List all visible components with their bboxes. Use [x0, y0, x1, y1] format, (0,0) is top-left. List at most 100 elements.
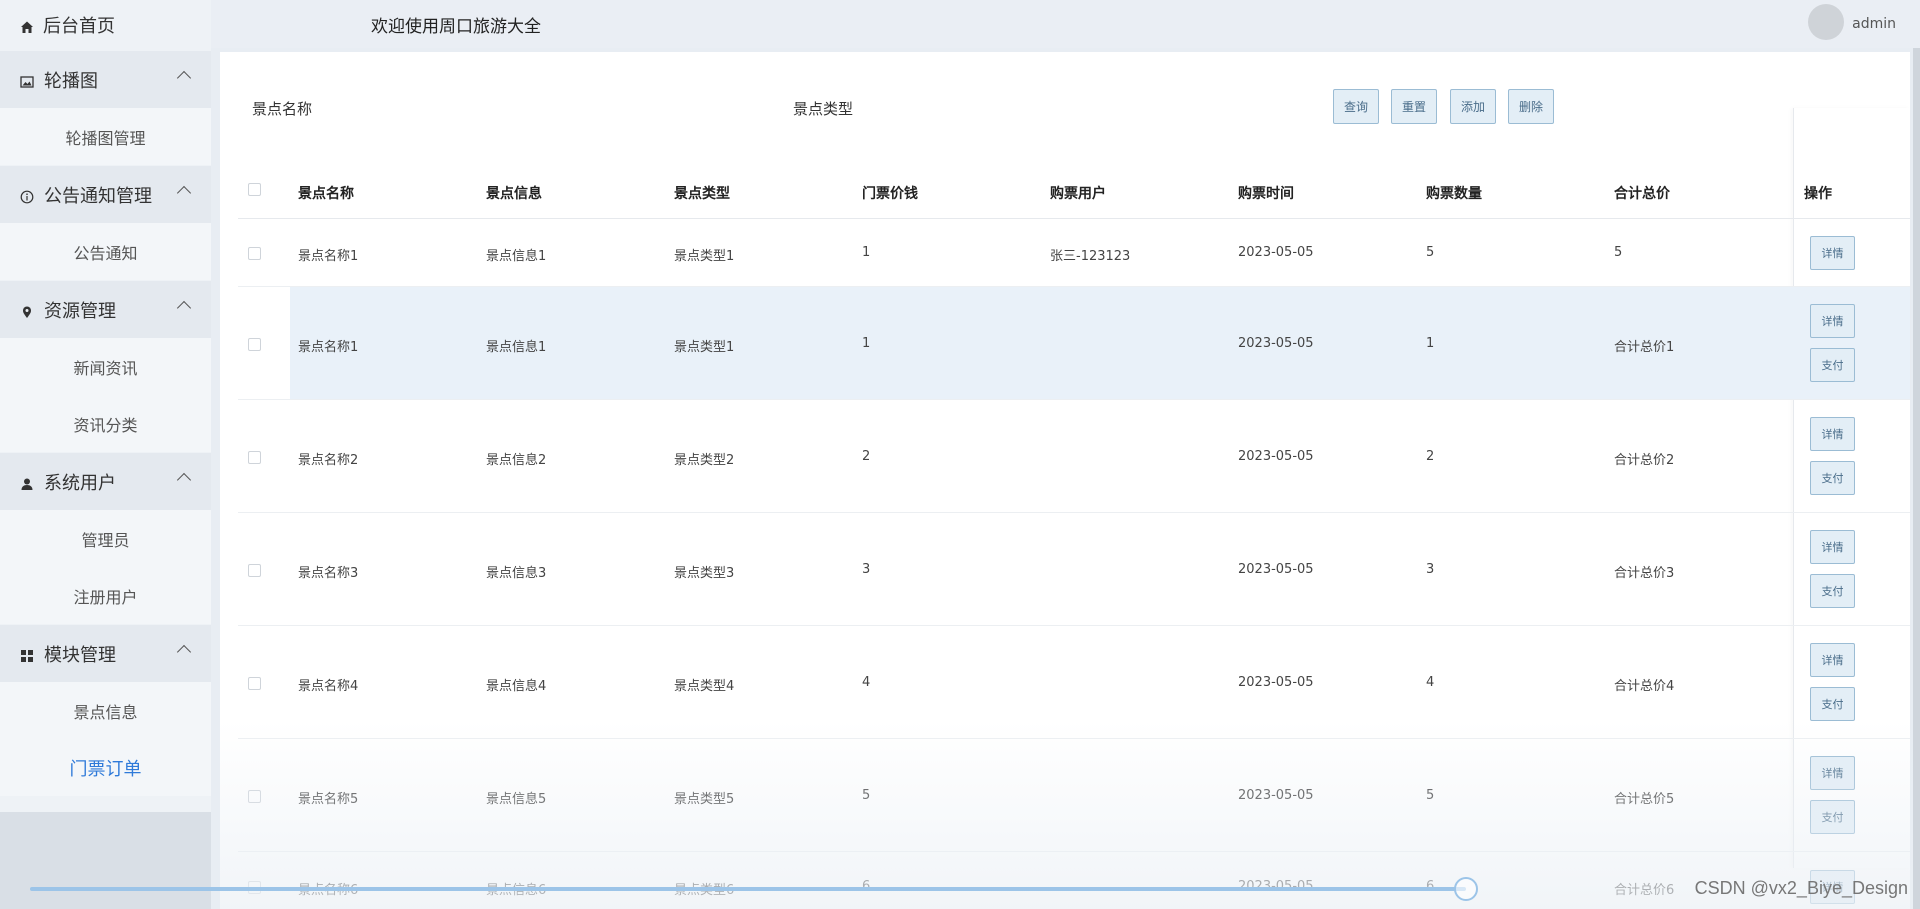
column-header: 合计总价 — [1614, 186, 1670, 202]
detail-button[interactable]: 详情 — [1810, 304, 1855, 338]
user-icon — [20, 475, 34, 490]
table-cell-total: 合计总价6 — [1614, 883, 1675, 898]
table-header: 景点名称 景点信息 景点类型 门票价钱 购票用户 购票时间 购票数量 合计总价 … — [238, 162, 1910, 219]
row-checkbox[interactable] — [248, 338, 261, 351]
row-checkbox[interactable] — [248, 564, 261, 577]
add-button[interactable]: 添加 — [1450, 89, 1496, 124]
table-cell-qty: 5 — [1426, 788, 1435, 803]
table-cell-info: 景点信息3 — [486, 566, 547, 581]
pay-button[interactable]: 支付 — [1810, 574, 1855, 608]
sidebar-item-ticket-orders[interactable]: 门票订单 — [0, 739, 211, 796]
table-row[interactable]: 景点名称3 景点信息3 景点类型3 3 2023-05-05 3 合计总价3 详情 支付 — [238, 513, 1910, 626]
table-row[interactable]: 景点名称1 景点信息1 景点类型1 1 2023-05-05 1 合计总价1 详情 支付 — [238, 287, 1910, 400]
reset-button[interactable]: 重置 — [1391, 89, 1437, 124]
avatar[interactable] — [1808, 4, 1844, 40]
sidebar-group-resource[interactable]: 资源管理 — [0, 280, 211, 338]
pay-button[interactable]: 支付 — [1810, 800, 1855, 834]
table-cell-price: 3 — [862, 562, 871, 577]
chevron-up-icon — [176, 644, 192, 660]
table-cell-price: 2 — [862, 449, 871, 464]
sidebar-item-news[interactable]: 新闻资讯 — [0, 338, 211, 395]
table-row[interactable]: 景点名称2 景点信息2 景点类型2 2 2023-05-05 2 合计总价2 详情 支付 — [238, 400, 1910, 513]
pay-button[interactable]: 支付 — [1810, 461, 1855, 495]
image-icon — [20, 73, 34, 88]
page-title: 欢迎使用周口旅游大全 — [371, 17, 541, 37]
user-name[interactable]: admin — [1852, 16, 1896, 32]
table-cell-info: 景点信息1 — [486, 249, 547, 264]
table-cell-name: 景点名称5 — [298, 792, 359, 807]
table-cell-time: 2023-05-05 — [1238, 449, 1314, 464]
sidebar-group-modules[interactable]: 模块管理 — [0, 624, 211, 682]
vertical-scrollbar[interactable] — [1913, 48, 1920, 909]
main-content: 景点名称 景点类型 查询 重置 添加 删除 景点名称 景点信息 景点类型 门票价… — [220, 52, 1910, 909]
video-progress-knob[interactable] — [1454, 877, 1478, 901]
table-cell-info: 景点信息1 — [486, 340, 547, 355]
sidebar-home[interactable]: 后台首页 — [0, 0, 211, 50]
detail-button[interactable]: 详情 — [1810, 236, 1855, 270]
detail-button[interactable]: 详情 — [1810, 530, 1855, 564]
top-header: 欢迎使用周口旅游大全 admin — [211, 0, 1920, 48]
sidebar-item-registered-users[interactable]: 注册用户 — [0, 567, 211, 624]
detail-button[interactable]: 详情 — [1810, 417, 1855, 451]
sidebar-item-carousel-manage[interactable]: 轮播图管理 — [0, 108, 211, 165]
sidebar-footer — [0, 812, 211, 909]
detail-button[interactable]: 详情 — [1810, 756, 1855, 790]
table-cell-user: 张三-123123 — [1050, 249, 1131, 264]
pay-button[interactable]: 支付 — [1810, 348, 1855, 382]
table-cell-qty: 4 — [1426, 675, 1435, 690]
pay-button[interactable]: 支付 — [1810, 687, 1855, 721]
home-icon — [20, 18, 34, 33]
table-cell-name: 景点名称3 — [298, 566, 359, 581]
sidebar-group-label: 系统用户 — [44, 472, 116, 494]
detail-button[interactable]: 详情 — [1810, 643, 1855, 677]
delete-button[interactable]: 删除 — [1508, 89, 1554, 124]
table-cell-type: 景点类型3 — [674, 566, 735, 581]
table-cell-price: 4 — [862, 675, 871, 690]
table-cell-qty: 3 — [1426, 562, 1435, 577]
column-header: 景点类型 — [674, 186, 730, 202]
sidebar-group-label: 模块管理 — [44, 644, 116, 666]
table-cell-total: 5 — [1614, 245, 1623, 260]
location-icon — [20, 303, 34, 318]
table-cell-total: 合计总价3 — [1614, 566, 1675, 581]
column-header: 门票价钱 — [862, 186, 918, 202]
table-row[interactable]: 景点名称5 景点信息5 景点类型5 5 2023-05-05 5 合计总价5 详情 支付 — [238, 739, 1910, 852]
row-checkbox[interactable] — [248, 247, 261, 260]
sidebar: 后台首页 轮播图 轮播图管理 公告通知管理 公告通知 资源管理 新闻资讯 资讯分… — [0, 0, 211, 909]
table-cell-info: 景点信息2 — [486, 453, 547, 468]
table-cell-total: 合计总价5 — [1614, 792, 1675, 807]
sidebar-item-admin[interactable]: 管理员 — [0, 510, 211, 567]
chevron-up-icon — [176, 70, 192, 86]
table-cell-total: 合计总价1 — [1614, 340, 1675, 355]
row-checkbox[interactable] — [248, 677, 261, 690]
table-cell-name: 景点名称1 — [298, 249, 359, 264]
table-cell-type: 景点类型5 — [674, 792, 735, 807]
table-cell-time: 2023-05-05 — [1238, 336, 1314, 351]
sidebar-group-carousel[interactable]: 轮播图 — [0, 50, 211, 108]
table-cell-price: 5 — [862, 788, 871, 803]
grid-icon — [20, 647, 34, 662]
search-name-label: 景点名称 — [252, 100, 313, 118]
sidebar-group-users[interactable]: 系统用户 — [0, 452, 211, 510]
video-progress-bar[interactable] — [30, 887, 1466, 891]
table-cell-total: 合计总价4 — [1614, 679, 1675, 694]
table-cell-info: 景点信息5 — [486, 792, 547, 807]
column-header: 景点信息 — [486, 186, 542, 202]
sidebar-group-notice[interactable]: 公告通知管理 — [0, 165, 211, 223]
table-cell-name: 景点名称4 — [298, 679, 359, 694]
select-all-checkbox[interactable] — [248, 183, 261, 196]
sidebar-item-notice[interactable]: 公告通知 — [0, 223, 211, 280]
sidebar-item-news-category[interactable]: 资讯分类 — [0, 395, 211, 452]
sidebar-item-scenic-info[interactable]: 景点信息 — [0, 682, 211, 739]
row-checkbox[interactable] — [248, 790, 261, 803]
query-button[interactable]: 查询 — [1333, 89, 1379, 124]
search-type-label: 景点类型 — [793, 100, 854, 118]
table-cell-qty: 2 — [1426, 449, 1435, 464]
sidebar-home-label: 后台首页 — [43, 16, 115, 37]
table-row[interactable]: 景点名称1 景点信息1 景点类型1 1 张三-123123 2023-05-05 5 5 详情 — [238, 219, 1910, 287]
table-row[interactable]: 景点名称6景点信息6景点类型662023-05-056合计总价6详情 — [238, 852, 1910, 909]
chevron-up-icon — [176, 185, 192, 201]
table-row[interactable]: 景点名称4 景点信息4 景点类型4 4 2023-05-05 4 合计总价4 详情 支付 — [238, 626, 1910, 739]
row-checkbox[interactable] — [248, 451, 261, 464]
table-cell-type: 景点类型1 — [674, 340, 735, 355]
